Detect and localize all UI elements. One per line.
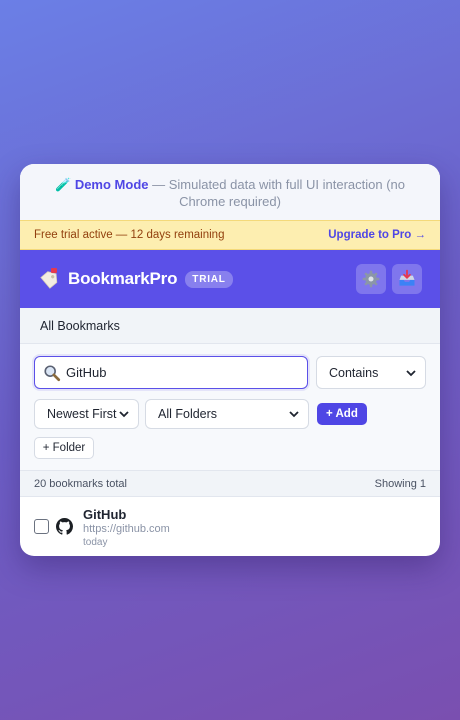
gear-icon — [362, 270, 380, 288]
add-folder-button[interactable]: + Folder — [34, 437, 94, 459]
chevron-down-icon — [406, 369, 416, 376]
header-actions — [356, 264, 422, 294]
sort-select[interactable]: Newest First — [34, 399, 139, 429]
showing-count: Showing 1 — [374, 477, 426, 490]
match-mode-value: Contains — [329, 365, 379, 380]
bookmark-details: GitHub https://github.com today — [83, 507, 170, 549]
total-count: 20 bookmarks total — [34, 477, 127, 490]
demo-mode-banner: 🧪 Demo Mode — Simulated data with full U… — [20, 164, 440, 220]
folder-value: All Folders — [158, 407, 218, 421]
test-tube-icon: 🧪 — [55, 177, 72, 192]
add-bookmark-button[interactable]: + Add — [317, 403, 367, 425]
search-field — [34, 356, 308, 389]
sort-value: Newest First — [47, 407, 117, 421]
filter-controls: Contains Newest First All Folders + Add … — [20, 344, 440, 470]
bookmark-title[interactable]: GitHub — [83, 507, 170, 522]
bookmark-checkbox[interactable] — [34, 519, 49, 534]
chevron-down-icon — [289, 411, 299, 418]
bookmark-date: today — [83, 537, 108, 548]
trial-status-bar: Free trial active — 12 days remaining Up… — [20, 220, 440, 250]
app-header: BookmarkPro TRIAL — [20, 250, 440, 308]
inbox-tray-icon — [399, 269, 415, 286]
chevron-down-icon — [119, 411, 129, 418]
search-input[interactable] — [66, 365, 286, 380]
bookmark-tag-icon — [40, 268, 58, 289]
extension-popup: 🧪 Demo Mode — Simulated data with full U… — [20, 164, 440, 556]
demo-mode-text: — Simulated data with full UI interactio… — [148, 177, 405, 209]
view-tabs: All Bookmarks — [20, 308, 440, 344]
tab-all-bookmarks[interactable]: All Bookmarks — [40, 319, 120, 333]
search-icon — [44, 364, 61, 381]
demo-mode-title: Demo Mode — [74, 177, 149, 192]
trial-badge: TRIAL — [185, 270, 233, 288]
import-button[interactable] — [392, 264, 422, 294]
bookmark-url: https://github.com — [83, 523, 170, 535]
match-mode-select[interactable]: Contains — [316, 356, 426, 389]
brand: BookmarkPro TRIAL — [38, 267, 233, 291]
upgrade-to-pro-link[interactable]: Upgrade to Pro → — [328, 229, 426, 241]
trial-remaining-text: Free trial active — 12 days remaining — [34, 229, 225, 241]
app-name: BookmarkPro — [68, 269, 178, 288]
github-icon — [56, 518, 73, 535]
folder-select[interactable]: All Folders — [145, 399, 309, 429]
list-item[interactable]: GitHub https://github.com today — [20, 497, 440, 555]
settings-button[interactable] — [356, 264, 386, 294]
status-bar: 20 bookmarks total Showing 1 — [20, 470, 440, 497]
